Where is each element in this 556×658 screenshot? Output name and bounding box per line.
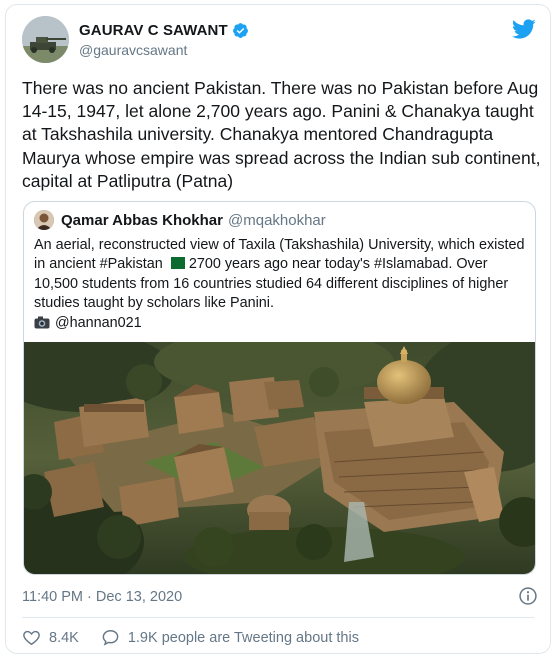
quoted-header: Qamar Abbas Khokhar @mqakhokhar [34,210,326,230]
taxila-aerial-illustration[interactable] [24,342,535,574]
conversation-button[interactable]: 1.9K people are Tweeting about this [101,628,359,647]
quoted-tweet[interactable]: Qamar Abbas Khokhar @mqakhokhar An aeria… [23,201,536,575]
like-count: 8.4K [49,629,79,646]
divider [22,617,534,618]
tweet-actions: 8.4K 1.9K people are Tweeting about this [22,628,359,647]
quoted-avatar [34,210,54,230]
quoted-text: An aerial, reconstructed view of Taxila … [34,236,529,333]
tweeting-about-text: 1.9K people are Tweeting about this [127,629,359,646]
heart-icon [23,630,40,646]
tweet-timestamp[interactable]: 11:40 PM · Dec 13, 2020 [22,589,182,605]
quoted-author-handle: @mqakhokhar [228,211,326,229]
verified-badge-icon [232,23,248,38]
info-icon[interactable] [518,586,538,606]
pakistan-flag-icon [166,257,185,270]
author-name[interactable]: GAURAV C SAWANT [79,22,228,39]
avatar-photo-icon [22,16,69,63]
tweet-card: GAURAV C SAWANT @gauravcsawant There was… [5,4,551,654]
tweet-text: There was no ancient Pakistan. There was… [22,78,541,191]
author-handle[interactable]: @gauravcsawant [79,42,187,58]
photo-credit[interactable]: @hannan021 [55,315,142,331]
comment-icon [102,630,119,646]
twitter-bird-icon[interactable] [511,18,536,40]
camera-icon [34,316,50,329]
quoted-avatar-photo-icon [34,210,54,230]
author-avatar[interactable] [22,16,69,63]
author-name-row[interactable]: GAURAV C SAWANT [79,22,249,39]
quoted-author-name: Qamar Abbas Khokhar [61,211,223,229]
like-button[interactable]: 8.4K [22,628,79,647]
